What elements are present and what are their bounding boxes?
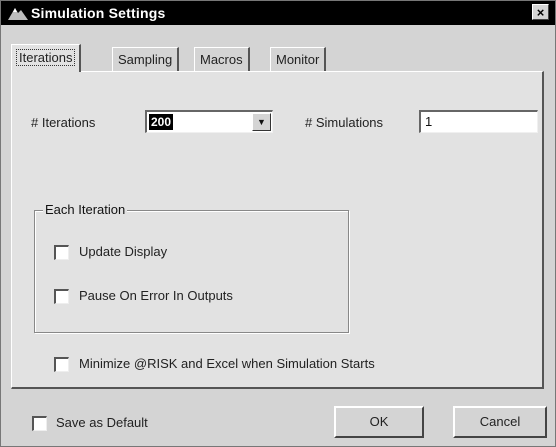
simulation-settings-dialog: Simulation Settings × Iterations Samplin… — [0, 0, 556, 447]
chevron-down-icon[interactable]: ▼ — [252, 113, 271, 131]
tab-iterations[interactable]: Iterations — [11, 44, 82, 72]
each-iteration-legend: Each Iteration — [43, 202, 128, 217]
each-iteration-group: Each Iteration — [34, 202, 349, 333]
minimize-label: Minimize @RISK and Excel when Simulation… — [79, 356, 375, 371]
save-as-default-label: Save as Default — [56, 415, 148, 430]
tab-macros-label: Macros — [200, 52, 243, 67]
iterations-value: 200 — [149, 114, 174, 130]
iterations-combobox[interactable]: 200 ▼ — [145, 110, 273, 133]
pause-on-error-checkbox[interactable] — [54, 289, 69, 304]
tab-sampling[interactable]: Sampling — [112, 47, 180, 71]
simulations-label: # Simulations — [305, 115, 384, 130]
pause-on-error-label: Pause On Error In Outputs — [79, 288, 233, 303]
tab-monitor[interactable]: Monitor — [270, 47, 327, 71]
close-button[interactable]: × — [532, 4, 549, 20]
title-bar[interactable]: Simulation Settings × — [1, 1, 555, 25]
cancel-button[interactable]: Cancel — [453, 406, 547, 438]
risk-app-icon — [8, 8, 28, 20]
update-display-label: Update Display — [79, 244, 168, 259]
iterations-label: # Iterations — [31, 115, 96, 130]
save-as-default-checkbox[interactable] — [32, 416, 47, 431]
tab-sampling-label: Sampling — [118, 52, 173, 67]
tab-monitor-label: Monitor — [276, 52, 320, 67]
window-title: Simulation Settings — [31, 5, 166, 21]
minimize-checkbox[interactable] — [54, 357, 69, 372]
update-display-checkbox[interactable] — [54, 245, 69, 260]
ok-button[interactable]: OK — [334, 406, 424, 438]
simulations-input[interactable]: 1 — [419, 110, 538, 133]
tab-iterations-label: Iterations — [16, 49, 76, 66]
tab-macros[interactable]: Macros — [194, 47, 250, 71]
